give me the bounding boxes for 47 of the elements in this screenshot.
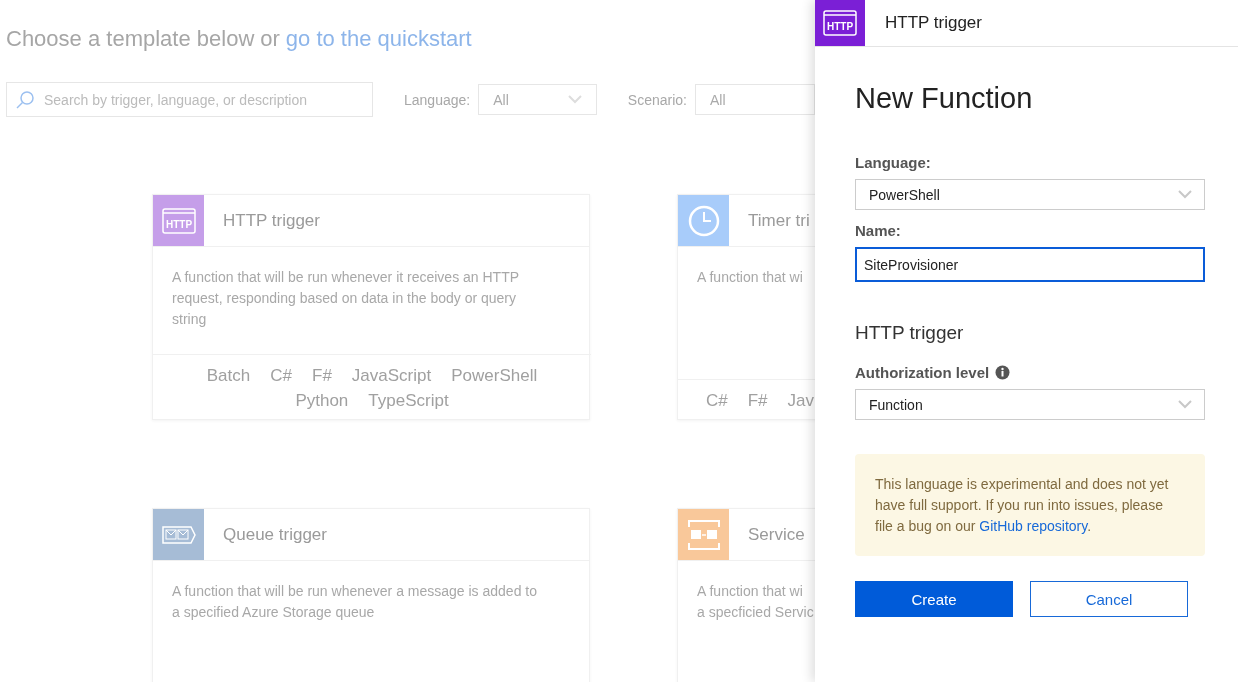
language-filter-label: Language: [404, 91, 471, 108]
language-dropdown[interactable]: PowerShell [855, 179, 1205, 210]
card-title: Service [748, 524, 805, 545]
scenario-filter-dropdown[interactable]: All [695, 84, 815, 115]
language-label: Jav [787, 390, 815, 412]
page-heading: Choose a template below [6, 26, 255, 52]
language-label: Batch [206, 365, 251, 387]
authorization-dropdown[interactable]: Function [855, 389, 1205, 420]
create-button[interactable]: Create [855, 581, 1013, 617]
card-description: A function that wi [697, 268, 804, 287]
language-label: F# [312, 365, 332, 387]
quickstart-link[interactable]: go to the quickstart [285, 26, 472, 52]
chevron-down-icon [567, 95, 582, 104]
info-icon[interactable] [995, 365, 1011, 380]
warning-message: This language is experimental and does not yet have full support. If you run into issues, please file a bug on our GitHub repository. [855, 454, 1205, 556]
language-label: TypeScript [368, 390, 449, 412]
card-description: A function that wi a specficied Servic [697, 582, 815, 622]
chevron-down-icon [1178, 190, 1192, 199]
scenario-filter-label: Scenario: [627, 91, 687, 108]
http-tile-icon: HTTP [815, 0, 865, 46]
card-description: A function that will be run whenever it receives an HTTP request, responding based on data in the body or query string [172, 268, 520, 329]
search-field[interactable]: Search by trigger, language, or description [6, 82, 373, 117]
template-card[interactable]: HTTP HTTP trigger A function that will be run whenever it receives an HTTP request, responding based on data in the body or query string Batch C# F# JavaScript PowerShell Python TypeScript [152, 194, 590, 420]
card-description: A function that will be run whenever a message is added to a specified Azure Storage queue [172, 582, 538, 622]
section-title: HTTP trigger [855, 322, 965, 344]
name-input-field[interactable]: SiteProvisioner [855, 247, 1205, 282]
language-label: C# [270, 365, 292, 387]
card-title: HTTP trigger [223, 210, 320, 231]
language-label: JavaScript [351, 365, 432, 387]
heading-joiner: or [260, 26, 280, 52]
language-label: PowerShell [451, 365, 538, 387]
language-label: F# [747, 390, 768, 412]
language-label: C# [706, 390, 728, 412]
panel-header-title: HTTP trigger [885, 13, 982, 33]
card-title: Queue trigger [223, 524, 327, 545]
chevron-down-icon [1178, 400, 1192, 409]
search-icon [15, 90, 35, 110]
field-label: Name: [855, 222, 902, 239]
http-tile-icon: HTTP [153, 195, 204, 246]
cancel-button[interactable]: Cancel [1030, 581, 1188, 617]
card-title: Timer tri [748, 210, 810, 231]
language-filter-dropdown[interactable]: All [478, 84, 597, 115]
template-card[interactable]: Queue trigger A function that will be run whenever a message is added to a specified Azure Storage queue [152, 508, 590, 682]
panel-heading: New Function [855, 82, 1034, 115]
field-label: Language: [855, 154, 932, 171]
language-label: Python [295, 390, 349, 412]
field-label: Authorization level [855, 364, 990, 381]
